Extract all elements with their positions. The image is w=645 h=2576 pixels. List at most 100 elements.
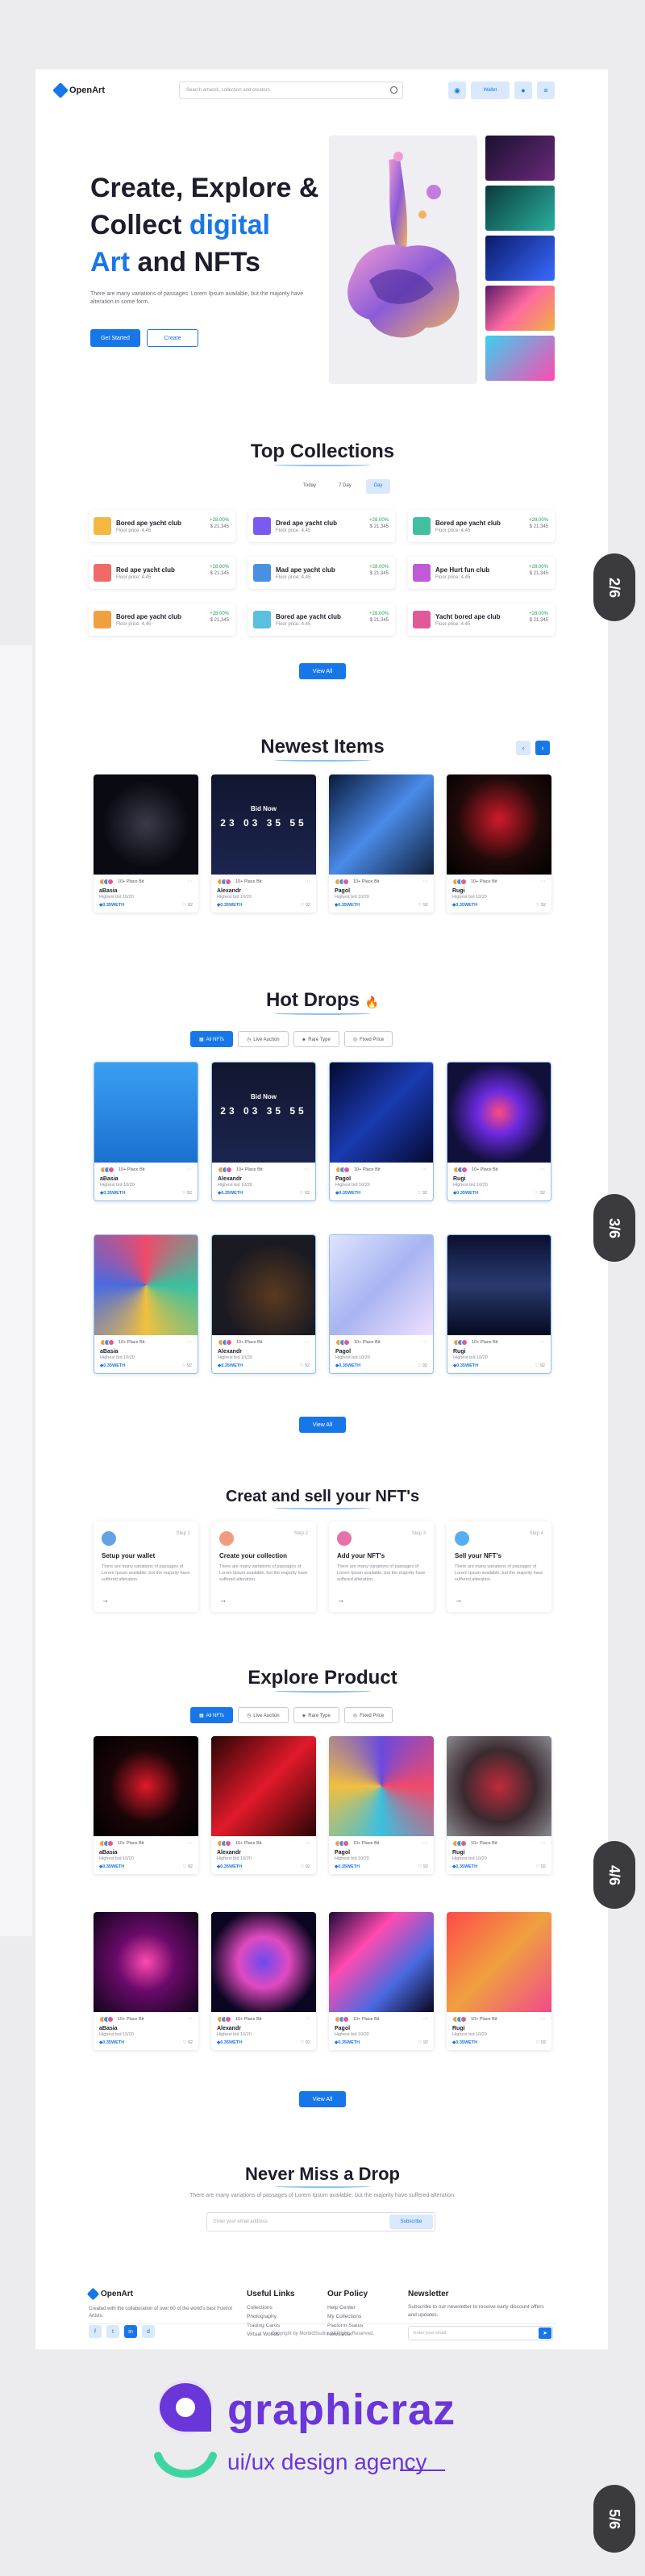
- more-icon[interactable]: ···: [305, 2016, 310, 2022]
- footer-link[interactable]: Trading Cards: [247, 2321, 294, 2330]
- newsletter-email-input[interactable]: Enter your email address Subscribe: [206, 2212, 435, 2232]
- nft-likes[interactable]: ♡ 92: [181, 1363, 192, 1368]
- more-icon[interactable]: ···: [422, 1167, 427, 1172]
- nft-likes[interactable]: ♡ 92: [535, 1864, 546, 1869]
- collection-item[interactable]: Yacht bored ape club Floor price: 4.45 +28…: [408, 603, 555, 636]
- nft-card[interactable]: 10+ Place Bit ··· aBasia Highest bid 10/20 ◆…: [94, 1912, 198, 2050]
- nft-likes[interactable]: ♡ 92: [535, 2040, 546, 2045]
- nft-likes[interactable]: ♡ 92: [299, 1363, 310, 1368]
- collections-view-all-button[interactable]: View All: [299, 663, 346, 679]
- nft-likes[interactable]: ♡ 92: [417, 1191, 427, 1196]
- filter-fixed-price[interactable]: ◎ Fixed Price: [343, 1707, 393, 1723]
- footer-link[interactable]: Collections: [247, 2303, 294, 2312]
- nft-image[interactable]: [329, 1912, 434, 2012]
- arrow-right-icon[interactable]: →: [455, 1596, 462, 1604]
- nft-card[interactable]: 10+ Place Bit ··· Pagol Highest bid 10/20 ◆0…: [329, 1234, 434, 1374]
- menu-icon[interactable]: ≡: [537, 81, 555, 99]
- filter-rare-type[interactable]: ◈ Rare Type: [293, 1707, 339, 1723]
- nft-card[interactable]: 10+ Place Bit ··· Alexandr Highest bid 10/2…: [211, 1234, 316, 1374]
- nft-likes[interactable]: ♡ 92: [299, 1191, 310, 1196]
- arrow-right-icon[interactable]: →: [219, 1596, 227, 1604]
- footer-link[interactable]: My Collections: [327, 2312, 368, 2321]
- filter-all-nfts[interactable]: ▦ All NFTs: [190, 1707, 234, 1723]
- nft-card[interactable]: 10+ Place Bit ··· aBasia Highest bid 10/20 ◆…: [94, 1736, 198, 1874]
- explore-view-all-button[interactable]: View All: [299, 2091, 346, 2107]
- nft-card[interactable]: 10+ Place Bit ··· Rugi Highest bid 10/20 ◆0.…: [447, 1234, 551, 1374]
- nft-image[interactable]: [94, 1912, 198, 2012]
- more-icon[interactable]: ···: [539, 1167, 545, 1172]
- create-button[interactable]: Create: [147, 329, 198, 347]
- nft-likes[interactable]: ♡ 92: [300, 1864, 310, 1869]
- nft-card[interactable]: 10+ Place Bit ··· Pagol Highest bid 10/20 ◆0…: [329, 1062, 434, 1201]
- search-input[interactable]: Search artwork, collection and creators: [179, 81, 403, 99]
- nft-image[interactable]: [447, 1063, 551, 1163]
- nft-image[interactable]: [447, 1235, 551, 1335]
- filter-live-auction[interactable]: ◷ Live Auction: [238, 1031, 289, 1047]
- user-icon[interactable]: ●: [514, 81, 532, 99]
- nft-card[interactable]: 10+ Place Bit ··· aBasia Highest bid 10/20 ◆…: [94, 774, 198, 912]
- more-icon[interactable]: ···: [422, 879, 428, 884]
- wallet-button[interactable]: Wallet: [471, 81, 510, 99]
- nft-card[interactable]: 10+ Place Bit ··· Alexandr Highest bid 10/2…: [211, 1736, 316, 1874]
- collection-item[interactable]: Bored ape yacht club Floor price: 4.45 +28…: [89, 510, 235, 542]
- nft-image[interactable]: [329, 774, 434, 875]
- nft-card[interactable]: 10+ Place Bit ··· Rugi Highest bid 10/20 ◆0.…: [447, 1912, 551, 2050]
- more-icon[interactable]: ···: [422, 1339, 427, 1345]
- nft-card[interactable]: 10+ Place Bit ··· Pagol Highest bid 10/20 ◆0…: [329, 1736, 434, 1874]
- nft-image[interactable]: [447, 774, 551, 875]
- nft-image[interactable]: [329, 1736, 434, 1836]
- nft-image[interactable]: [447, 1912, 551, 2012]
- more-icon[interactable]: ···: [304, 1339, 310, 1345]
- collection-item[interactable]: Dred ape yacht club Floor price: 4.45 +28.…: [248, 510, 395, 542]
- nft-card[interactable]: 10+ Place Bit ··· Pagol Highest bid 10/20 ◆0…: [329, 774, 434, 912]
- hero-thumb-4[interactable]: [485, 286, 555, 331]
- chevron-right-icon[interactable]: ›: [535, 741, 550, 755]
- hero-thumb-3[interactable]: [485, 236, 555, 281]
- nft-likes[interactable]: ♡ 92: [300, 903, 310, 908]
- collection-item[interactable]: Bored ape yacht club Floor price: 4.45 +28…: [408, 510, 555, 542]
- nft-image[interactable]: [447, 1736, 551, 1836]
- more-icon[interactable]: ···: [186, 1339, 192, 1345]
- arrow-right-icon[interactable]: →: [102, 1596, 109, 1604]
- tab-today[interactable]: Today: [295, 479, 324, 494]
- more-icon[interactable]: ···: [422, 2016, 428, 2022]
- nft-card[interactable]: 10+ Place Bit ··· Alexandr Highest bid 10/2…: [211, 1912, 316, 2050]
- hero-thumb-2[interactable]: [485, 186, 555, 231]
- collection-item[interactable]: Bored ape yacht club Floor price: 4.45 +28…: [89, 603, 235, 636]
- nft-image[interactable]: [94, 1736, 198, 1836]
- nft-image[interactable]: [211, 1736, 316, 1836]
- search-icon[interactable]: [390, 86, 397, 94]
- nft-image[interactable]: [94, 1063, 198, 1163]
- more-icon[interactable]: ···: [187, 1840, 193, 1846]
- footer-link[interactable]: Platform Status: [327, 2321, 368, 2330]
- hero-thumb-1[interactable]: [485, 136, 555, 181]
- nft-likes[interactable]: ♡ 92: [300, 2040, 310, 2045]
- nft-card[interactable]: 10+ Place Bit ··· Rugi Highest bid 10/20 ◆0.…: [447, 774, 551, 912]
- notification-icon[interactable]: ◉: [448, 81, 466, 99]
- nft-likes[interactable]: ♡ 92: [182, 903, 193, 908]
- filter-rare-type[interactable]: ◈ Rare Type: [293, 1031, 339, 1047]
- nft-card[interactable]: Bid Now 23 03 35 55 10+ Place Bit ··· Alexan…: [211, 774, 316, 912]
- nft-image[interactable]: [94, 1235, 198, 1335]
- more-icon[interactable]: ···: [540, 879, 546, 884]
- brand-logo[interactable]: OpenArt: [52, 82, 105, 98]
- arrow-right-icon[interactable]: →: [337, 1596, 344, 1604]
- nft-image[interactable]: [330, 1235, 433, 1335]
- more-icon[interactable]: ···: [540, 2016, 546, 2022]
- more-icon[interactable]: ···: [187, 2016, 193, 2022]
- nft-card[interactable]: 10+ Place Bit ··· Pagol Highest bid 10/20 ◆0…: [329, 1912, 434, 2050]
- nft-likes[interactable]: ♡ 92: [535, 1191, 545, 1196]
- footer-brand[interactable]: OpenArt: [86, 2287, 133, 2301]
- filter-fixed-price[interactable]: ◎ Fixed Price: [343, 1031, 393, 1047]
- collection-item[interactable]: Ape Hurt fun club Floor price: 4.45 +28.00…: [408, 557, 555, 589]
- nft-card[interactable]: 10+ Place Bit ··· Rugi Highest bid 10/20 ◆0.…: [447, 1736, 551, 1874]
- nft-likes[interactable]: ♡ 92: [418, 903, 428, 908]
- nft-likes[interactable]: ♡ 92: [181, 1191, 192, 1196]
- nft-likes[interactable]: ♡ 92: [182, 1864, 193, 1869]
- collection-item[interactable]: Bored ape yacht club Floor price: 4.45 +28…: [248, 603, 395, 636]
- subscribe-button[interactable]: Subscribe: [389, 2215, 433, 2229]
- more-icon[interactable]: ···: [187, 879, 193, 884]
- more-icon[interactable]: ···: [304, 1167, 310, 1172]
- more-icon[interactable]: ···: [305, 879, 310, 884]
- get-started-button[interactable]: Get Started: [90, 329, 140, 347]
